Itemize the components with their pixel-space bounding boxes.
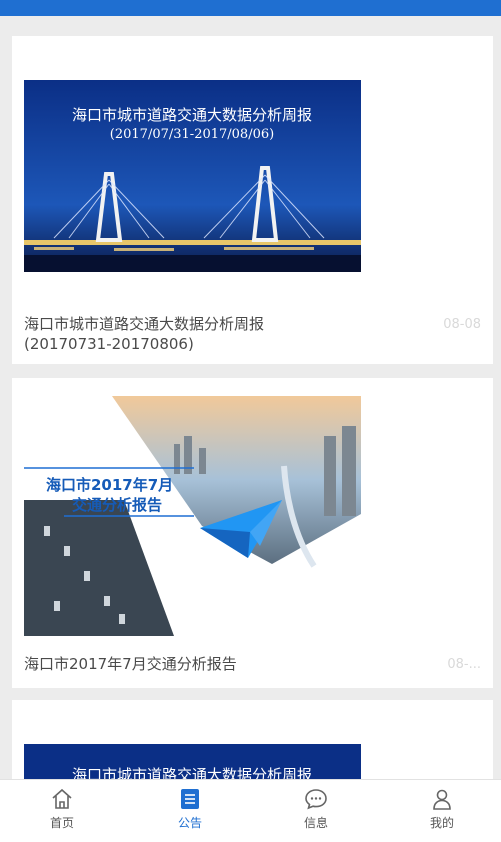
nav-messages-label: 信息: [303, 816, 328, 830]
announcement-thumbnail: 海口市2017年7月 交通分析报告: [24, 396, 361, 636]
thumbnail-title-line1: 海口市2017年7月: [46, 476, 173, 494]
thumbnail-subtitle: (2017/07/31-2017/08/06): [110, 127, 274, 142]
thumbnail-title: 海口市城市道路交通大数据分析周报: [72, 106, 312, 124]
nav-home-label: 首页: [49, 816, 74, 830]
announcement-card[interactable]: 海口市城市道路交通大数据分析周报 (2017/07/31-2017/08/06)…: [12, 36, 493, 364]
nav-profile-label: 我的: [429, 816, 454, 830]
announcement-date: 08-...: [447, 657, 481, 672]
nav-messages[interactable]: 信息: [276, 780, 356, 842]
thumbnail-title-line2: 交通分析报告: [72, 496, 162, 514]
message-icon: [305, 789, 327, 810]
announcement-card[interactable]: 海口市2017年7月 交通分析报告 海口市2017年7月交通分析报告 08-..…: [12, 378, 493, 688]
announcement-date: 08-08: [443, 317, 481, 332]
profile-icon: [433, 789, 451, 810]
top-app-bar: [0, 0, 501, 16]
home-icon: [52, 788, 72, 809]
announcement-icon: [181, 789, 199, 809]
nav-announcements-label: 公告: [177, 816, 202, 830]
bottom-navigation: 首页 公告 信息 我的: [0, 779, 501, 842]
nav-announcements[interactable]: 公告: [150, 780, 230, 842]
nav-profile[interactable]: 我的: [402, 780, 482, 842]
nav-home[interactable]: 首页: [22, 780, 102, 842]
announcement-thumbnail: 海口市城市道路交通大数据分析周报 (2017/07/31-2017/08/06): [24, 80, 361, 272]
announcement-title[interactable]: 海口市城市道路交通大数据分析周报(20170731-20170806): [24, 314, 294, 354]
announcement-title[interactable]: 海口市2017年7月交通分析报告: [24, 654, 294, 674]
